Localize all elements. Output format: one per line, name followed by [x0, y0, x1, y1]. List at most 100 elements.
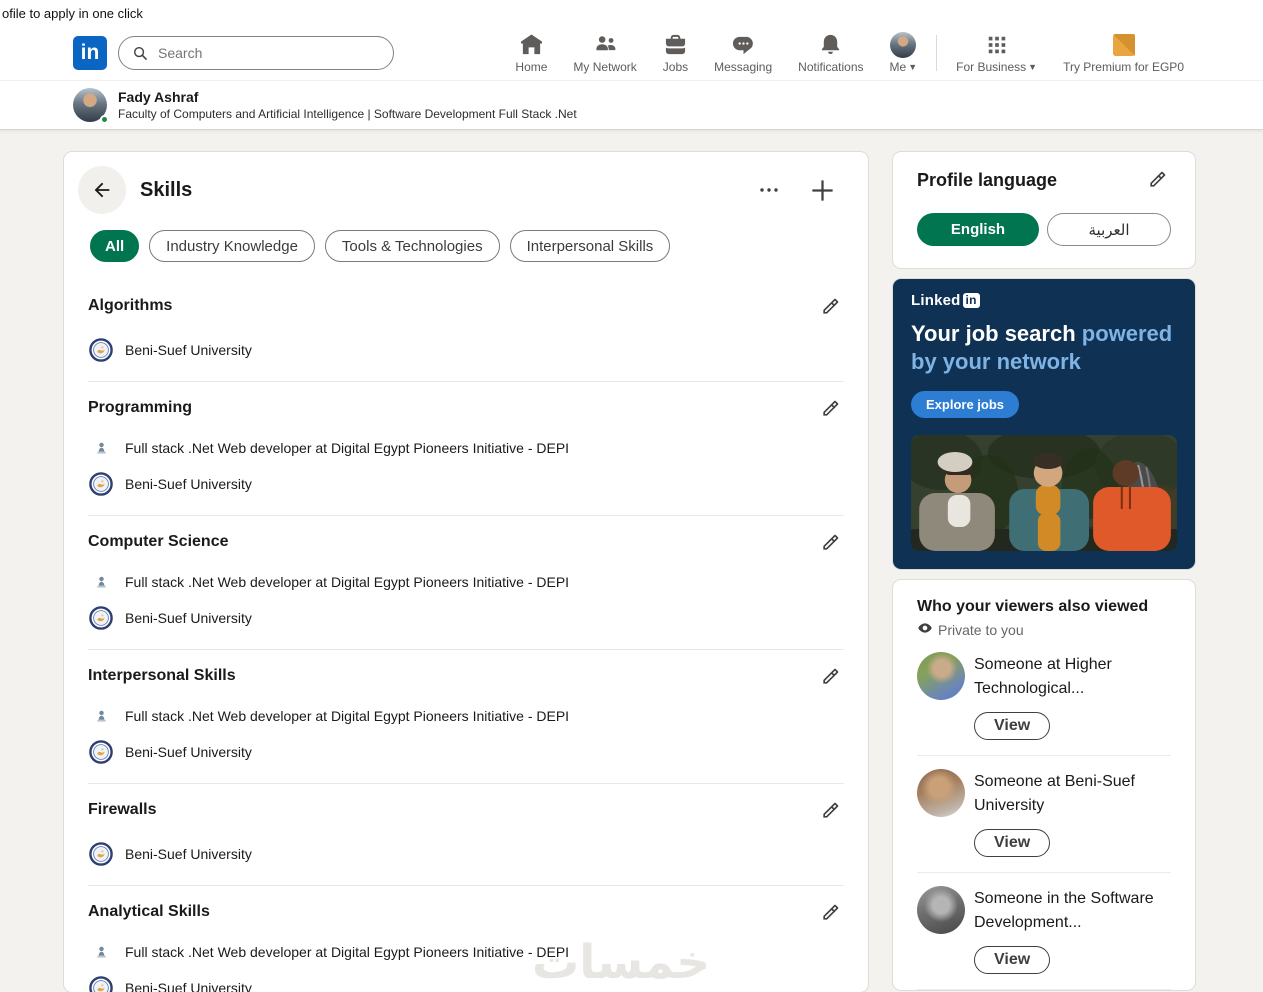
skill-school-text: Beni-Suef University	[125, 980, 252, 992]
pencil-icon	[823, 534, 839, 550]
skill-school-row[interactable]: Beni-Suef University	[88, 976, 844, 992]
skill-entry: Algorithms Beni-Suef University	[88, 280, 844, 382]
pencil-icon	[823, 802, 839, 818]
skill-entry: Analytical Skills Full stack .Net Web de…	[88, 886, 844, 992]
nav-notifications-label: Notifications	[798, 59, 864, 74]
experience-icon	[88, 575, 114, 590]
view-button[interactable]: View	[974, 946, 1051, 974]
language-english-button[interactable]: English	[917, 213, 1039, 246]
jobs-icon	[664, 33, 687, 57]
university-logo-icon	[88, 472, 114, 496]
explore-jobs-button[interactable]: Explore jobs	[911, 391, 1020, 418]
skill-experience-row[interactable]: Full stack .Net Web developer at Digital…	[88, 440, 844, 456]
edit-skill-button[interactable]	[816, 533, 844, 558]
skill-entry: Computer Science Full stack .Net Web dev…	[88, 516, 844, 650]
skill-name: Analytical Skills	[88, 903, 210, 920]
viewer-profile-link[interactable]: Someone at Beni-Suef University	[917, 769, 1171, 818]
skill-school-row[interactable]: Beni-Suef University	[88, 338, 844, 362]
ad-card: Linked in Your job search powered by your…	[893, 279, 1195, 569]
viewers-privacy-label: Private to you	[938, 621, 1024, 638]
skill-experience-row[interactable]: Full stack .Net Web developer at Digital…	[88, 574, 844, 590]
plus-icon	[812, 179, 833, 201]
home-icon	[520, 33, 543, 57]
search-input[interactable]	[158, 45, 380, 61]
skill-school-row[interactable]: Beni-Suef University	[88, 472, 844, 496]
viewer-profile-link[interactable]: Someone in the Software Development...	[917, 886, 1171, 935]
profile-bar[interactable]: Fady Ashraf Faculty of Computers and Art…	[0, 81, 1263, 130]
view-button[interactable]: View	[974, 829, 1051, 857]
premium-icon	[1112, 33, 1135, 57]
ad-photo	[911, 435, 1177, 551]
edit-skill-button[interactable]	[816, 801, 844, 826]
nav-me[interactable]: Me ▼	[877, 26, 931, 80]
profile-language-title: Profile language	[917, 170, 1058, 190]
page-title: Skills	[140, 178, 193, 201]
skill-name: Interpersonal Skills	[88, 667, 236, 684]
filter-tools-technologies[interactable]: Tools & Technologies	[324, 230, 500, 262]
filter-industry-knowledge[interactable]: Industry Knowledge	[149, 230, 315, 262]
skill-school-row[interactable]: Beni-Suef University	[88, 842, 844, 866]
edit-skill-button[interactable]	[816, 667, 844, 692]
skill-school-row[interactable]: Beni-Suef University	[88, 740, 844, 764]
skill-name: Programming	[88, 399, 193, 416]
viewer-item: Someone at Higher Technological... View	[917, 639, 1171, 756]
edit-skill-button[interactable]	[816, 903, 844, 928]
nav-items: Home My Network Jobs Messaging Notificat…	[502, 26, 1197, 80]
nav-notifications[interactable]: Notifications	[785, 26, 876, 80]
nav-for-business[interactable]: For Business ▼	[943, 26, 1050, 80]
pencil-icon	[823, 904, 839, 920]
filter-interpersonal-skills[interactable]: Interpersonal Skills	[509, 230, 671, 262]
viewer-avatar	[917, 769, 965, 817]
skill-school-row[interactable]: Beni-Suef University	[88, 606, 844, 630]
skills-card-header: Skills	[64, 152, 868, 222]
experience-icon	[88, 709, 114, 724]
edit-skill-button[interactable]	[816, 297, 844, 322]
nav-messaging[interactable]: Messaging	[701, 26, 785, 80]
experience-icon	[88, 441, 114, 456]
university-logo-icon	[88, 606, 114, 630]
add-skill-button[interactable]	[809, 177, 836, 204]
viewer-name: Someone at Higher Technological...	[974, 656, 1112, 697]
nav-me-label: Me	[889, 59, 907, 74]
skill-experience-row[interactable]: Full stack .Net Web developer at Digital…	[88, 944, 844, 960]
skill-experience-text: Full stack .Net Web developer at Digital…	[125, 574, 570, 590]
back-button[interactable]	[78, 166, 126, 214]
skill-school-text: Beni-Suef University	[125, 846, 252, 862]
linkedin-logo[interactable]: in	[73, 36, 107, 70]
pencil-icon	[823, 298, 839, 314]
skill-filters: All Industry Knowledge Tools & Technolog…	[64, 222, 868, 280]
nav-divider	[936, 35, 938, 71]
skill-school-text: Beni-Suef University	[125, 744, 252, 760]
nav-try-premium[interactable]: Try Premium for EGP0	[1050, 26, 1197, 80]
view-button[interactable]: View	[974, 712, 1051, 740]
skill-experience-row[interactable]: Full stack .Net Web developer at Digital…	[88, 708, 844, 724]
nav-jobs[interactable]: Jobs	[650, 26, 701, 80]
sidebar: Profile language English العربية Linked i…	[893, 152, 1195, 990]
my-network-icon	[594, 33, 617, 57]
messaging-icon	[732, 33, 755, 57]
nav-my-network-label: My Network	[573, 59, 637, 74]
linkedin-wordmark: Linked in	[911, 292, 1177, 309]
pencil-icon	[823, 668, 839, 684]
chevron-down-icon: ▼	[908, 61, 918, 72]
search-box[interactable]	[118, 36, 394, 70]
skill-name: Algorithms	[88, 297, 173, 314]
nav-home[interactable]: Home	[502, 26, 560, 80]
profile-language-card: Profile language English العربية	[893, 152, 1195, 268]
profile-headline: Faculty of Computers and Artificial Inte…	[118, 107, 577, 121]
nav-home-label: Home	[515, 59, 548, 74]
edit-language-button[interactable]	[1143, 170, 1171, 195]
global-nav: in Home My Network Jobs Messaging Notifi…	[0, 26, 1263, 81]
skills-list: Algorithms Beni-Suef University Programm…	[88, 280, 844, 992]
overflow-menu-button[interactable]	[757, 178, 781, 202]
viewer-profile-link[interactable]: Someone at Higher Technological...	[917, 652, 1171, 701]
language-arabic-button[interactable]: العربية	[1047, 213, 1171, 246]
experience-icon	[88, 945, 114, 960]
skill-entry: Firewalls Beni-Suef University	[88, 784, 844, 886]
nav-jobs-label: Jobs	[662, 59, 689, 74]
edit-skill-button[interactable]	[816, 399, 844, 424]
university-logo-icon	[88, 976, 114, 992]
nav-my-network[interactable]: My Network	[560, 26, 649, 80]
tooltip-text: ofile to apply in one click	[0, 0, 1263, 26]
filter-all[interactable]: All	[90, 230, 140, 262]
